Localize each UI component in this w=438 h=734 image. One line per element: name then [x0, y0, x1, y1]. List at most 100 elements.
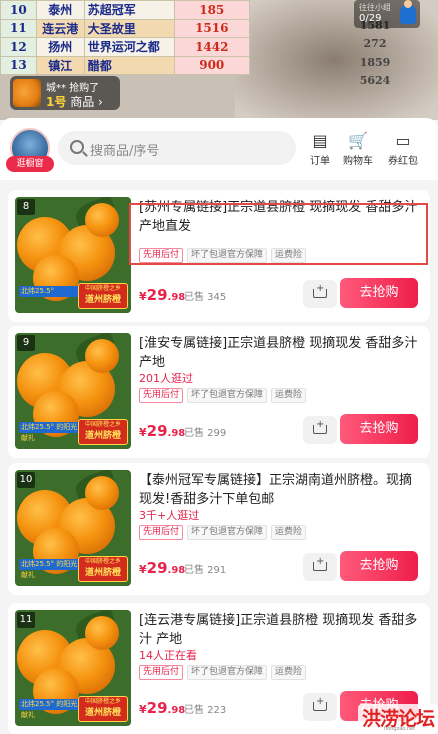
price-integer: 29: [146, 422, 168, 440]
price-symbol: ¥: [139, 563, 147, 576]
ticker-product: 1号 商品 ›: [46, 95, 103, 109]
price-symbol: ¥: [139, 290, 147, 303]
sheet-cell-no: 13: [0, 55, 37, 75]
sheet-cell-no: 12: [0, 37, 37, 57]
orders-label: 订单: [310, 156, 330, 167]
search-placeholder: 搜商品/序号: [90, 144, 160, 159]
cart-icon: 🛒: [348, 131, 368, 150]
product-image[interactable]: 8 北纬25.5° 中国脐橙之乡 道州脐橙: [15, 197, 131, 313]
ticker-buyer: 城** 抢购了: [46, 83, 100, 94]
product-card[interactable]: 10 北纬25.5° 的阳光献礼 中国脐橙之乡 道州脐橙 【泰州冠军专属链接】正宗湖南道…: [8, 463, 430, 595]
live-counter[interactable]: 往往小组 0/29: [354, 0, 420, 28]
search-icon: [70, 140, 84, 154]
sold-count: 已售 299: [184, 428, 227, 439]
live-video[interactable]: 10 泰州 苏超冠军 185 11 连云港 大圣故里 1516 12 扬州 世界运河之都 1442 13…: [0, 0, 438, 120]
avatar-figure-icon: [400, 0, 416, 24]
price-decimal: .98: [167, 292, 186, 303]
coupon-icon: ▭: [395, 131, 411, 150]
sheet-cell-value: 1442: [173, 37, 251, 57]
product-image[interactable]: 10 北纬25.5° 的阳光献礼 中国脐橙之乡 道州脐橙: [15, 470, 131, 586]
product-title[interactable]: [淮安专属链接]正宗道县脐橙 现摘现发 香甜多汁 产地: [139, 334, 419, 372]
shop-window-button[interactable]: 逛橱窗: [6, 156, 54, 172]
product-title[interactable]: [连云港专属链接]正宗道县脐橙 现摘现发 香甜多汁 产地: [139, 611, 419, 649]
orders-button[interactable]: ▤ 订单: [300, 130, 340, 170]
sheet-cell-team: 大圣故里: [83, 18, 175, 38]
price-integer: 29: [146, 286, 168, 304]
product-tag: 运费险: [271, 388, 307, 403]
image-badge-top: 中国脐橙之乡: [84, 421, 121, 428]
sheet-row: 13 镇江 醋都 900: [0, 55, 251, 75]
product-tag: 先用后付: [139, 665, 184, 680]
add-to-cart-icon[interactable]: [303, 553, 337, 581]
sold-count: 已售 345: [184, 292, 227, 303]
price-symbol: ¥: [139, 703, 147, 716]
image-badge-bottom: 道州脐橙: [84, 431, 121, 441]
sheet-cell-no: 10: [0, 0, 37, 20]
image-badge: 中国脐橙之乡 道州脐橙: [78, 556, 128, 582]
coupons-button[interactable]: ▭ 券红包: [383, 130, 423, 170]
product-tag: 坏了包退官方保障: [187, 525, 268, 540]
purchase-ticker[interactable]: 城** 抢购了 1号 商品 ›: [10, 76, 120, 110]
coupons-label: 券红包: [388, 156, 418, 167]
product-price: ¥29.98: [139, 698, 185, 717]
product-image[interactable]: 9 北纬25.5° 的阳光献礼 中国脐橙之乡 道州脐橙: [15, 333, 131, 449]
price-symbol: ¥: [139, 426, 147, 439]
image-badge: 中国脐橙之乡 道州脐橙: [78, 696, 128, 722]
product-tag: 运费险: [271, 665, 307, 680]
sold-count: 已售 223: [184, 705, 227, 716]
sheet-cell-no: 11: [0, 18, 37, 38]
image-badge: 中国脐橙之乡 道州脐橙: [78, 283, 128, 309]
product-image[interactable]: 11 北纬25.5° 的阳光献礼 中国脐橙之乡 道州脐橙: [15, 610, 131, 726]
product-index: 8: [17, 199, 35, 215]
price-integer: 29: [146, 559, 168, 577]
sheet-row: 10 泰州 苏超冠军 185: [0, 0, 251, 20]
shop-header: 逛橱窗 搜商品/序号 ▤ 订单 🛒 购物车 ▭ 券红包: [0, 118, 438, 180]
cart-button[interactable]: 🛒 购物车: [338, 130, 378, 170]
sold-count: 已售 291: [184, 565, 227, 576]
product-title[interactable]: 【泰州冠军专属链接】正宗湖南道州脐橙。现摘现发!香甜多汁下单包邮: [139, 471, 419, 509]
sheet-cell-city: 泰州: [35, 0, 85, 20]
product-tags: 先用后付 坏了包退官方保障 运费险: [139, 388, 310, 404]
buy-button[interactable]: 去抢购: [340, 551, 418, 581]
product-card[interactable]: 9 北纬25.5° 的阳光献礼 中国脐橙之乡 道州脐橙 [淮安专属链接]正宗道县脐橙 现…: [8, 326, 430, 458]
product-tag: 先用后付: [139, 388, 184, 403]
sheet-bottom-value: 5624: [359, 74, 391, 87]
watermark-site: hongzao.net: [384, 726, 416, 732]
product-price: ¥29.98: [139, 558, 185, 577]
add-to-cart-icon[interactable]: [303, 416, 337, 444]
cart-label: 购物车: [343, 156, 373, 167]
price-decimal: .98: [167, 705, 186, 716]
orange-thumbnail: [13, 79, 41, 107]
sheet-cell-team: 世界运河之都: [83, 37, 175, 57]
image-badge-top: 中国脐橙之乡: [84, 285, 121, 292]
product-index: 11: [17, 612, 35, 628]
order-icon: ▤: [312, 131, 328, 150]
ranking-sheet: 10 泰州 苏超冠军 185 11 连云港 大圣故里 1516 12 扬州 世界运河之都 1442 13…: [0, 0, 251, 75]
product-tags: 先用后付 坏了包退官方保障 运费险: [139, 665, 310, 681]
sheet-cell-city: 镇江: [35, 55, 85, 75]
highlight-box: [129, 203, 428, 265]
price-decimal: .98: [167, 565, 186, 576]
buy-button[interactable]: 去抢购: [340, 414, 418, 444]
add-to-cart-icon[interactable]: [303, 280, 337, 308]
sheet-cell-team: 苏超冠军: [83, 0, 175, 20]
add-to-cart-icon[interactable]: [303, 693, 337, 721]
product-views: 3千+人逛过: [139, 509, 200, 522]
search-input[interactable]: 搜商品/序号: [58, 131, 296, 165]
image-badge-bottom: 道州脐橙: [84, 295, 121, 305]
product-tag: 坏了包退官方保障: [187, 388, 268, 403]
image-badge: 中国脐橙之乡 道州脐橙: [78, 419, 128, 445]
image-slogan: 北纬25.5° 的阳光献礼: [19, 699, 81, 719]
product-tag: 运费险: [271, 525, 307, 540]
ticker-product-number: 1号: [46, 95, 67, 109]
buy-button[interactable]: 去抢购: [340, 278, 418, 308]
product-price: ¥29.98: [139, 285, 185, 304]
sheet-cell-team: 醋都: [83, 55, 175, 75]
product-tag: 先用后付: [139, 525, 184, 540]
product-index: 10: [17, 472, 35, 488]
sheet-row: 11 连云港 大圣故里 1516: [0, 18, 251, 38]
sheet-cell-value: 1516: [173, 18, 251, 38]
image-slogan: 北纬25.5° 的阳光献礼: [19, 422, 81, 442]
product-views: 201人逛过: [139, 372, 193, 385]
image-badge-bottom: 道州脐橙: [84, 568, 121, 578]
